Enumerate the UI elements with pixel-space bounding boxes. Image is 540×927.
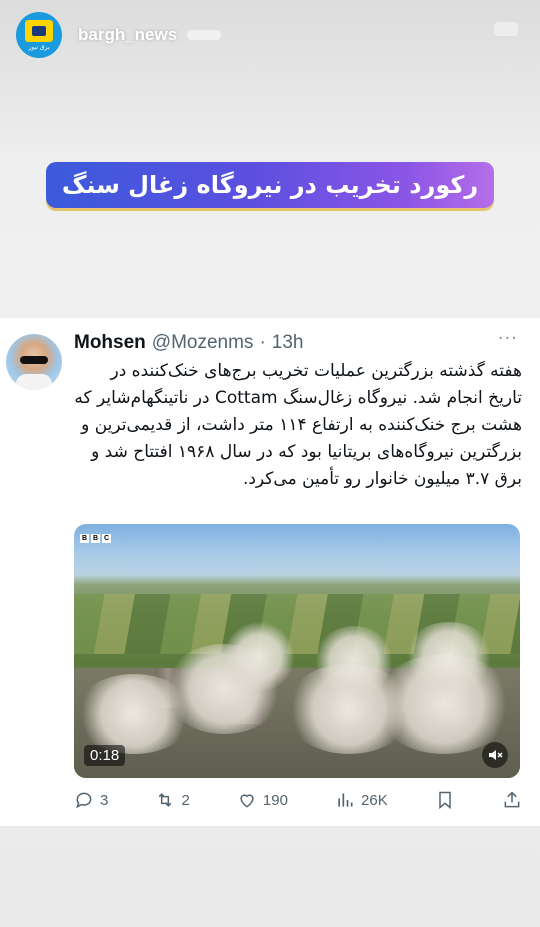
like-button[interactable]: 190 <box>237 790 288 810</box>
blurred-top-control <box>494 22 518 36</box>
view-count: 26K <box>361 791 388 809</box>
logo-icon <box>25 19 53 42</box>
story-username[interactable]: bargh_news <box>78 25 177 45</box>
account-avatar[interactable]: برق نیوز <box>16 12 62 58</box>
tweet-author-avatar[interactable] <box>6 334 62 390</box>
retweet-button[interactable]: 2 <box>155 790 190 810</box>
tweet-author-name[interactable]: Mohsen <box>74 332 146 354</box>
tweet-text: هفته گذشته بزرگترین عملیات تخریب برج‌های… <box>74 361 522 489</box>
share-icon <box>504 791 520 808</box>
more-options-icon[interactable]: ··· <box>498 328 518 349</box>
share-button[interactable] <box>502 790 522 810</box>
demolition-dust <box>224 622 294 692</box>
like-count: 190 <box>262 791 288 809</box>
bookmark-button[interactable] <box>435 790 455 810</box>
mute-button[interactable] <box>482 742 508 768</box>
views-button[interactable]: 26K <box>335 790 388 810</box>
tweet-video[interactable]: B B C 0:18 <box>74 524 520 778</box>
blurred-timestamp <box>187 30 222 40</box>
logo-text: برق نیوز <box>28 43 50 51</box>
tweet-card: Mohsen @Mozenms · 13h ··· هفته گذشته بزر… <box>0 318 540 826</box>
retweet-icon <box>159 793 172 807</box>
reply-icon <box>75 792 92 809</box>
bbc-watermark: B B C <box>80 534 111 543</box>
tweet-header: Mohsen @Mozenms · 13h <box>74 332 303 354</box>
tweet-separator: · <box>259 332 266 353</box>
reply-button[interactable]: 3 <box>74 790 108 810</box>
tweet-actions: 3 2 190 26K <box>74 788 522 812</box>
tweet-author-handle[interactable]: @Mozenms <box>152 332 254 354</box>
story-title-banner: رکورد تخریب در نیروگاه زغال سنگ <box>46 162 494 208</box>
story-header: برق نیوز bargh_news <box>16 12 222 58</box>
reply-count: 3 <box>100 791 109 809</box>
retweet-count: 2 <box>181 791 190 809</box>
demolition-dust <box>404 622 494 692</box>
mute-icon <box>489 750 503 760</box>
video-duration: 0:18 <box>84 745 126 766</box>
like-icon <box>240 794 254 808</box>
views-icon <box>338 793 353 807</box>
bookmark-icon <box>439 791 451 810</box>
tweet-timestamp[interactable]: 13h <box>272 332 304 354</box>
